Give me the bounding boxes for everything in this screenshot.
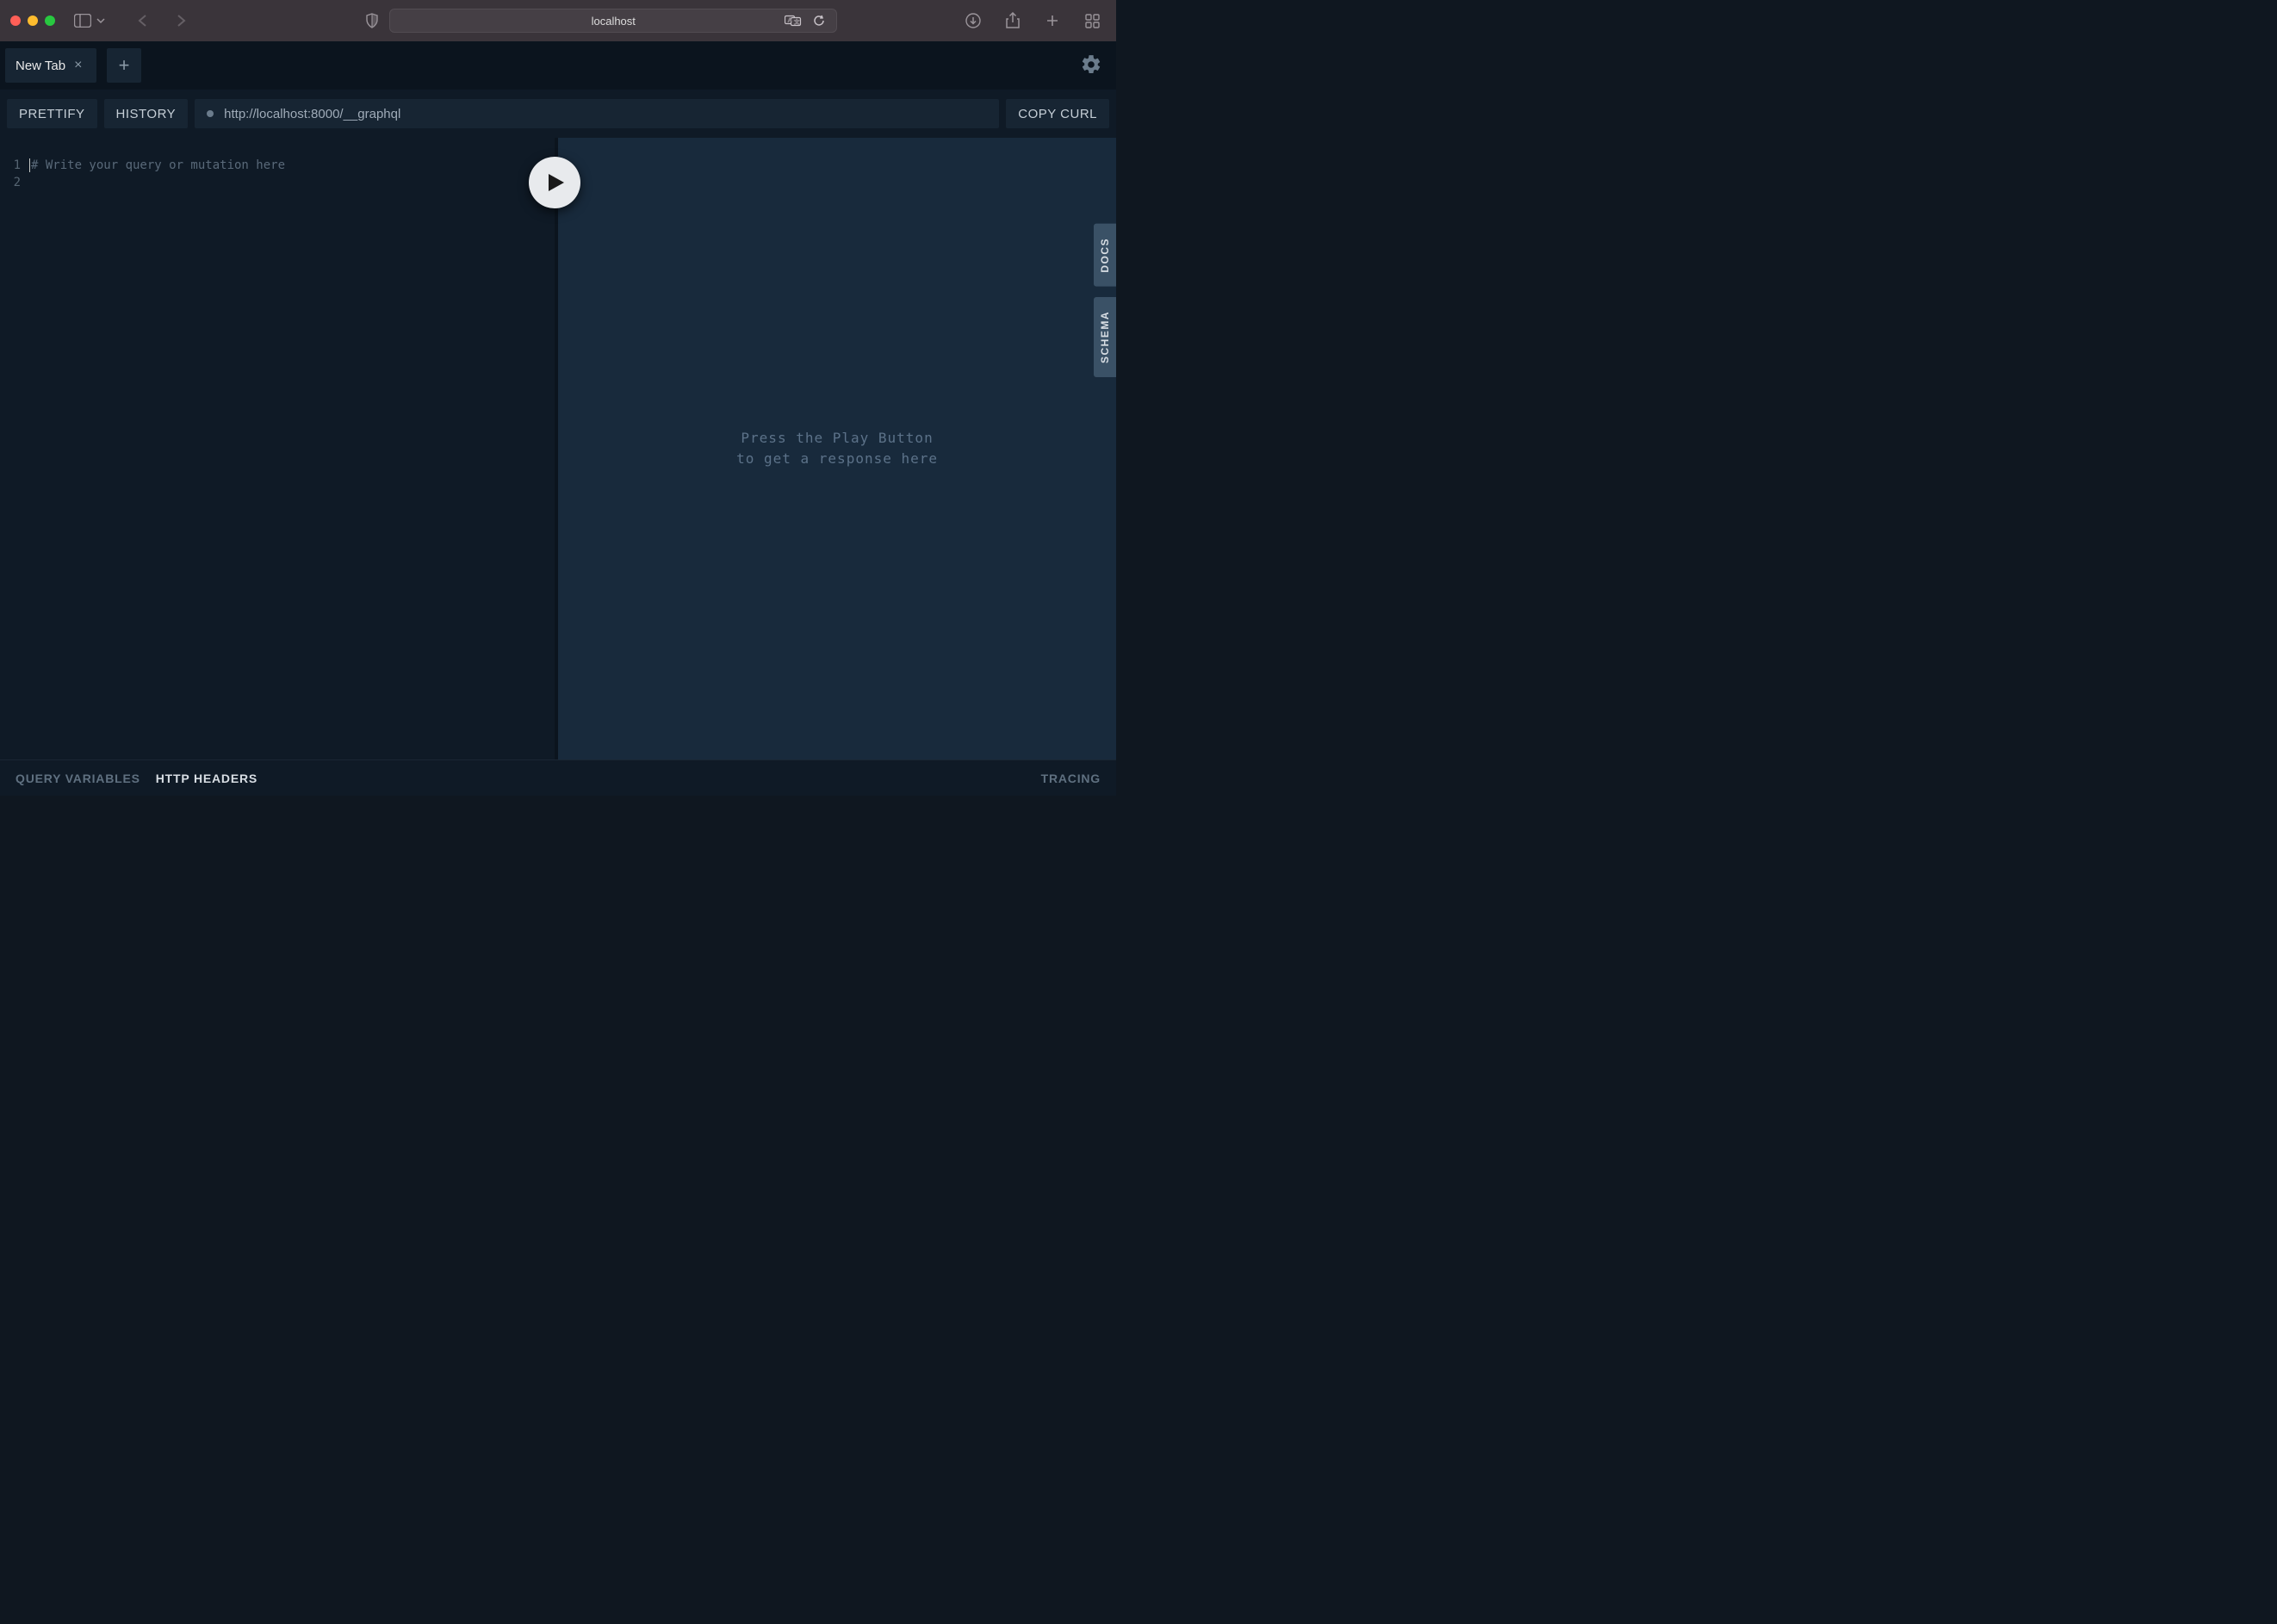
app-tab-bar: New Tab × + — [0, 41, 1116, 90]
editor-code[interactable]: # Write your query or mutation here — [29, 157, 555, 759]
new-tab-icon[interactable] — [1042, 10, 1063, 31]
maximize-window[interactable] — [45, 15, 55, 26]
prettify-button[interactable]: PRETTIFY — [7, 99, 97, 128]
back-button-icon[interactable] — [133, 10, 153, 31]
url-display: localhost — [592, 15, 636, 28]
traffic-lights — [10, 15, 55, 26]
endpoint-url: http://localhost:8000/__graphql — [224, 107, 400, 121]
tab-overview-icon[interactable] — [1082, 10, 1102, 31]
editor-placeholder: # Write your query or mutation here — [31, 158, 285, 172]
endpoint-input[interactable]: http://localhost:8000/__graphql — [195, 99, 999, 128]
bottom-bar: QUERY VARIABLES HTTP HEADERS TRACING — [0, 759, 1116, 796]
endpoint-status-icon — [207, 110, 214, 117]
main-area: 1 2 # Write your query or mutation here … — [0, 138, 1116, 759]
response-line1: Press the Play Button — [736, 428, 938, 449]
share-icon[interactable] — [1002, 10, 1023, 31]
app-tab-label: New Tab — [16, 59, 65, 73]
sidebar-menu-chevron-icon[interactable] — [95, 15, 107, 27]
http-headers-tab[interactable]: HTTP HEADERS — [156, 772, 257, 785]
copy-curl-button[interactable]: COPY CURL — [1006, 99, 1109, 128]
docs-tab[interactable]: DOCS — [1094, 224, 1116, 287]
schema-tab[interactable]: SCHEMA — [1094, 297, 1116, 377]
line-number: 1 — [0, 157, 21, 174]
settings-gear-icon[interactable] — [1080, 53, 1102, 80]
response-placeholder: Press the Play Button to get a response … — [736, 428, 938, 469]
play-icon — [547, 172, 566, 193]
url-bar[interactable]: localhost A文 — [389, 9, 837, 33]
query-variables-tab[interactable]: QUERY VARIABLES — [16, 772, 140, 785]
sidebar-toggle-icon[interactable] — [72, 10, 93, 31]
play-button[interactable] — [529, 157, 580, 208]
browser-title-bar: localhost A文 — [0, 0, 1116, 41]
editor-gutter: 1 2 — [0, 157, 29, 759]
svg-text:文: 文 — [794, 18, 800, 26]
privacy-shield-icon[interactable] — [362, 10, 382, 31]
history-button[interactable]: HISTORY — [104, 99, 189, 128]
query-editor[interactable]: 1 2 # Write your query or mutation here — [0, 138, 555, 759]
minimize-window[interactable] — [28, 15, 38, 26]
app-tab-active[interactable]: New Tab × — [5, 48, 96, 83]
response-panel: Press the Play Button to get a response … — [555, 138, 1116, 759]
downloads-icon[interactable] — [963, 10, 983, 31]
reader-translate-icon[interactable]: A文 — [783, 10, 803, 31]
close-window[interactable] — [10, 15, 21, 26]
svg-text:A: A — [788, 18, 792, 24]
forward-button-icon[interactable] — [171, 10, 191, 31]
close-icon[interactable]: × — [74, 59, 86, 72]
response-line2: to get a response here — [736, 449, 938, 469]
line-number: 2 — [0, 174, 21, 191]
add-tab-button[interactable]: + — [107, 48, 141, 83]
tracing-tab[interactable]: TRACING — [1041, 772, 1101, 785]
toolbar: PRETTIFY HISTORY http://localhost:8000/_… — [0, 90, 1116, 138]
reload-icon[interactable] — [809, 10, 829, 31]
side-tabs: DOCS SCHEMA — [1094, 224, 1116, 377]
